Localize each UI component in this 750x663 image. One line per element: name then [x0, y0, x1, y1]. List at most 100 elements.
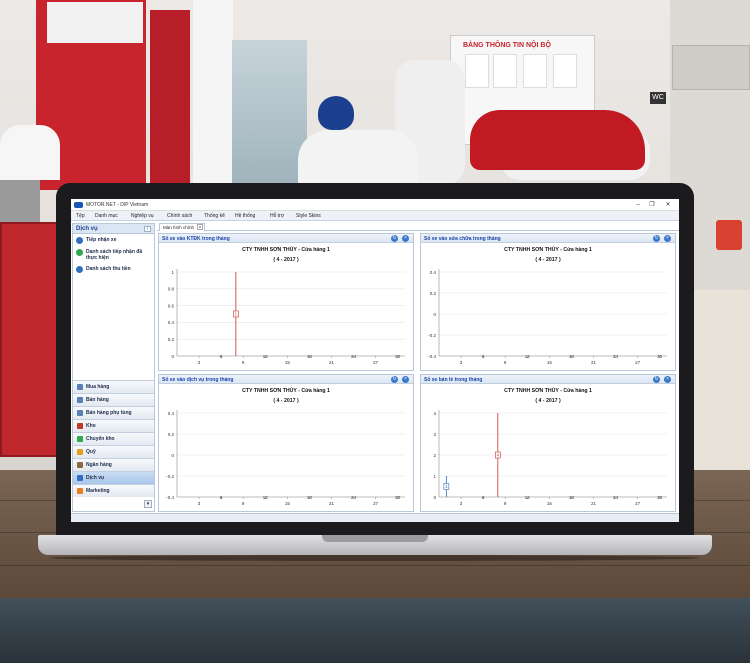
- menu-statistics[interactable]: Thống kê: [204, 213, 225, 219]
- chart-panel-inspection: Số xe vào KTĐK trong tháng ↻ × CTY TNHH …: [158, 233, 414, 371]
- chart-subtitle: ( 4 - 2017 ): [535, 398, 561, 404]
- red-tool-cabinet: [0, 222, 58, 457]
- module-label: Bán hàng: [86, 397, 109, 403]
- x-tick-label: 30: [395, 354, 401, 359]
- panel-title: Số xe vào dịch vụ trong tháng: [162, 377, 234, 383]
- sidebar-item-label: Danh sách thu tiền: [86, 266, 131, 272]
- tab-main-screen[interactable]: Màn hình chính ×: [159, 223, 205, 231]
- module-label: Chuyển kho: [86, 436, 115, 442]
- module-marketing[interactable]: Marketing: [73, 484, 154, 497]
- x-tick-label: 27: [373, 360, 379, 365]
- notice-paper: [523, 54, 547, 88]
- menu-style-skins[interactable]: Style Skins: [296, 213, 321, 219]
- chart-subtitle: ( 4 - 2017 ): [273, 398, 299, 404]
- menu-policy[interactable]: Chính sách: [167, 213, 192, 219]
- close-icon[interactable]: ✕: [663, 201, 673, 209]
- warehouse-icon: [77, 423, 83, 429]
- x-tick-label: 27: [373, 501, 379, 506]
- x-tick-label: 18: [307, 495, 313, 500]
- sidebar-item-payment-list[interactable]: Danh sách thu tiền: [76, 266, 154, 274]
- panel-close-icon[interactable]: ×: [402, 376, 409, 383]
- menu-file[interactable]: Tệp: [76, 213, 85, 219]
- chart-repair: CTY TNHH SƠN THỦY - Cửa hàng 1 ( 4 - 2017…: [428, 246, 667, 365]
- x-tick-label: 18: [569, 495, 575, 500]
- sidebar-item-label: Danh sách tiếp nhận đã thực hiện: [86, 249, 143, 261]
- x-tick-label: 15: [547, 360, 553, 365]
- x-tick-label: 3: [198, 360, 201, 365]
- notice-paper: [493, 54, 517, 88]
- x-tick-label: 21: [591, 501, 597, 506]
- sidebar-item-receive-vehicle[interactable]: Tiếp nhận xe: [76, 237, 154, 245]
- mechanic-cap: [318, 96, 354, 130]
- chart-title: CTY TNHH SƠN THỦY - Cửa hàng 1: [242, 387, 330, 394]
- panel-title: Số xe bán lẻ trong tháng: [424, 377, 483, 383]
- collapse-sidebar-icon[interactable]: ‹: [144, 226, 151, 232]
- x-tick-label: 12: [263, 354, 269, 359]
- module-label: Quỹ: [86, 449, 96, 455]
- x-tick-label: 9: [504, 501, 507, 506]
- sales-icon: [77, 397, 83, 403]
- maximize-icon[interactable]: ❐: [647, 201, 657, 209]
- y-tick-label: 0: [433, 495, 436, 500]
- module-warehouse[interactable]: Kho: [73, 419, 154, 432]
- module-sales[interactable]: Bán hàng: [73, 393, 154, 406]
- sidebar: Dịch vụ ‹ Tiếp nhận xe Danh sách tiếp nh…: [72, 223, 155, 512]
- refresh-icon[interactable]: ↻: [653, 376, 660, 383]
- module-purchase[interactable]: Mua hàng: [73, 380, 154, 393]
- menu-catalog[interactable]: Danh mục: [95, 213, 118, 219]
- x-tick-label: 15: [285, 501, 291, 506]
- module-transfer[interactable]: Chuyển kho: [73, 432, 154, 445]
- refresh-icon[interactable]: ↻: [391, 235, 398, 242]
- panel-close-icon[interactable]: ×: [402, 235, 409, 242]
- refresh-icon[interactable]: ↻: [391, 376, 398, 383]
- menu-support[interactable]: Hỗ trợ: [270, 213, 284, 219]
- module-label: Kho: [86, 423, 96, 429]
- panel-header: Số xe vào dịch vụ trong tháng ↻ ×: [159, 375, 413, 384]
- tab-close-icon[interactable]: ×: [197, 224, 203, 231]
- refresh-icon[interactable]: ↻: [653, 235, 660, 242]
- minimize-icon[interactable]: –: [633, 201, 643, 209]
- service-icon: [76, 237, 83, 244]
- module-service[interactable]: Dịch vụ: [73, 471, 154, 484]
- module-label: Mua hàng: [86, 384, 110, 390]
- title-bar: MOTOR.NET - DIP Vietnam – ❐ ✕: [71, 199, 679, 211]
- module-label: Dịch vụ: [86, 475, 105, 481]
- y-tick-label: -0.4: [166, 495, 174, 500]
- x-tick-label: 24: [351, 354, 357, 359]
- x-tick-label: 30: [657, 495, 663, 500]
- menu-system[interactable]: Hệ thống: [235, 213, 255, 219]
- fund-icon: [77, 449, 83, 455]
- x-tick-label: 27: [635, 360, 641, 365]
- x-tick-label: 27: [635, 501, 641, 506]
- service-icon: [77, 475, 83, 481]
- y-tick-label: 0: [171, 354, 174, 359]
- x-tick-label: 3: [460, 360, 463, 365]
- notice-board-title: BẢNG THÔNG TIN NỘI BỘ: [463, 42, 551, 49]
- menu-operations[interactable]: Nghiệp vụ: [131, 213, 154, 219]
- module-parts-sales[interactable]: Bán hàng phụ tùng: [73, 406, 154, 419]
- y-tick-label: 1: [433, 474, 436, 479]
- panel-close-icon[interactable]: ×: [664, 235, 671, 242]
- x-tick-label: 21: [329, 501, 335, 506]
- window-title: MOTOR.NET - DIP Vietnam: [86, 202, 149, 208]
- panel-header: Số xe vào KTĐK trong tháng ↻ ×: [159, 234, 413, 243]
- parts-icon: [77, 410, 83, 416]
- sidebar-item-completed-list[interactable]: Danh sách tiếp nhận đã thực hiện: [76, 249, 154, 263]
- notice-paper: [465, 54, 489, 88]
- module-fund[interactable]: Quỹ: [73, 445, 154, 458]
- y-tick-label: 0: [171, 453, 174, 458]
- panel-title: Số xe vào sửa chữa trong tháng: [424, 236, 501, 242]
- tab-bar: Màn hình chính ×: [157, 222, 679, 231]
- chart-subtitle: ( 4 - 2017 ): [535, 257, 561, 263]
- notice-paper: [553, 54, 577, 88]
- scroll-down-icon[interactable]: ▾: [144, 500, 152, 508]
- x-tick-label: 12: [525, 495, 531, 500]
- x-tick-label: 3: [198, 501, 201, 506]
- panel-close-icon[interactable]: ×: [664, 376, 671, 383]
- staff-figures: [0, 125, 60, 180]
- chart-title: CTY TNHH SƠN THỦY - Cửa hàng 1: [242, 246, 330, 253]
- module-bank[interactable]: Ngân hàng: [73, 458, 154, 471]
- x-tick-label: 30: [657, 354, 663, 359]
- panel-title: Số xe vào KTĐK trong tháng: [162, 236, 230, 242]
- y-tick-label: 2: [433, 453, 436, 458]
